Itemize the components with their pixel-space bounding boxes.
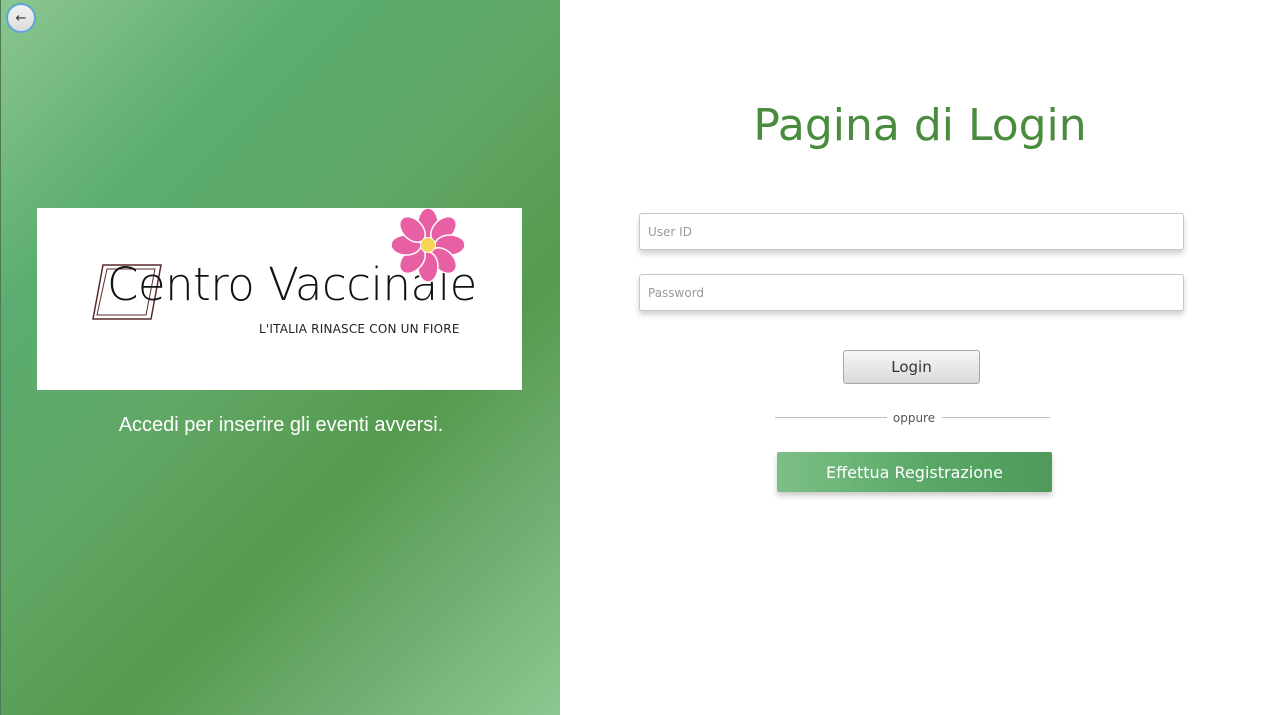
user-id-input[interactable] [639, 213, 1184, 250]
logo: Centro Vaccinale L'ITALIA RINASCE CON UN… [37, 208, 522, 390]
flower-icon [390, 208, 466, 283]
left-panel: ← Centro Vaccinale L'ITALIA RINASCE CON … [0, 0, 560, 715]
panel-subtitle: Accedi per inserire gli eventi avversi. [118, 414, 444, 436]
divider-line-right [942, 417, 1050, 418]
page-title: Pagina di Login [753, 100, 1087, 151]
logo-tagline: L'ITALIA RINASCE CON UN FIORE [259, 322, 460, 336]
register-button-label: Effettua Registrazione [825, 462, 1003, 482]
back-button[interactable]: ← [6, 3, 36, 33]
register-button[interactable]: Effettua Registrazione [777, 452, 1052, 492]
password-input[interactable] [639, 274, 1184, 311]
login-button[interactable]: Login [843, 350, 980, 384]
divider-line-left [775, 417, 887, 418]
back-arrow-icon: ← [15, 10, 27, 26]
divider-text: oppure [892, 411, 936, 425]
login-button-label: Login [891, 358, 932, 376]
